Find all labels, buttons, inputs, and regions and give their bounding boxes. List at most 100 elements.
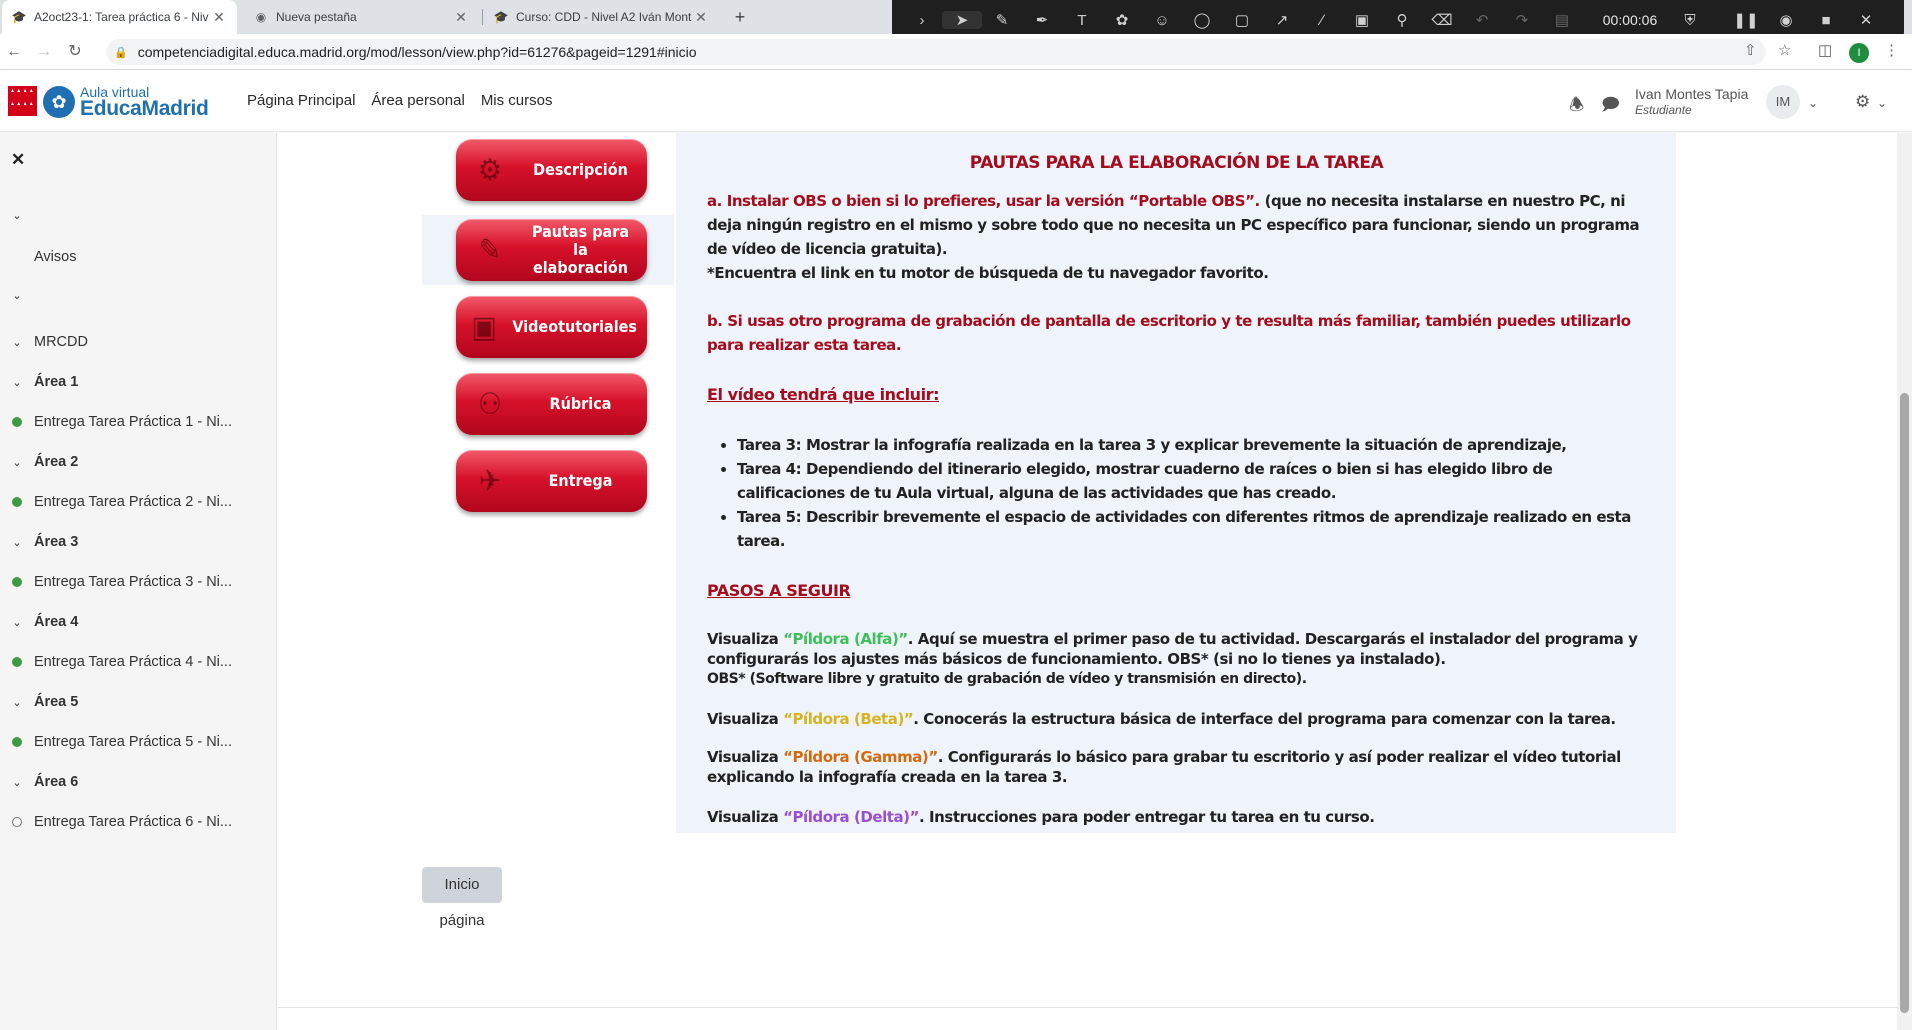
redo-icon[interactable]: ↷ bbox=[1502, 11, 1542, 29]
page-scrollbar[interactable] bbox=[1897, 133, 1912, 1030]
pill-link-beta[interactable]: “Píldora (Beta)” bbox=[783, 710, 914, 728]
sidebar-item-label: MRCDD bbox=[34, 334, 88, 350]
pause-icon[interactable]: ❚❚ bbox=[1726, 11, 1766, 29]
close-tab-icon[interactable]: ✕ bbox=[453, 9, 469, 26]
back-arrow-icon[interactable]: ← bbox=[3, 41, 25, 63]
menu-button-pautas[interactable]: ✎ Pautas para la elaboración bbox=[456, 219, 647, 281]
chevron-down-icon[interactable]: ⌄ bbox=[0, 209, 34, 222]
avatar[interactable]: IM bbox=[1766, 85, 1800, 119]
close-tab-icon[interactable]: ✕ bbox=[211, 9, 227, 26]
pill-link-delta[interactable]: “Píldora (Delta)” bbox=[783, 808, 919, 826]
sidebar-activity[interactable]: Entrega Tarea Práctica 6 - Ni... bbox=[0, 805, 277, 839]
pen-tool-icon[interactable]: ✎ bbox=[982, 11, 1022, 29]
accessibility-gear-icon[interactable]: ⚙ bbox=[1855, 92, 1870, 112]
chevron-down-icon[interactable]: ⌄ bbox=[0, 776, 34, 789]
reload-icon[interactable]: ↻ bbox=[64, 41, 86, 63]
stamp-tool-icon[interactable]: ✿ bbox=[1102, 11, 1142, 29]
pointer-tool-icon[interactable]: ➤ bbox=[942, 11, 982, 29]
clear-icon[interactable]: ▤ bbox=[1542, 11, 1582, 29]
sidebar-activity[interactable]: Entrega Tarea Práctica 4 - Ni... bbox=[0, 645, 277, 679]
sidebar-activity[interactable]: Entrega Tarea Práctica 2 - Ni... bbox=[0, 485, 277, 519]
menu-button-rubrica[interactable]: ⚇ Rúbrica bbox=[456, 373, 647, 435]
emoji-tool-icon[interactable]: ☺ bbox=[1142, 12, 1182, 29]
chevron-down-icon[interactable]: ⌄ bbox=[0, 616, 34, 629]
inicio-pagina-button[interactable]: Inicio página bbox=[422, 867, 502, 929]
bookmark-star-icon[interactable]: ☆ bbox=[1778, 41, 1791, 59]
browser-profile-avatar[interactable]: I bbox=[1849, 43, 1869, 63]
nav-mis-cursos[interactable]: Mis cursos bbox=[481, 92, 553, 109]
menu-button-videotutoriales[interactable]: ▣ Videotutoriales bbox=[456, 296, 647, 358]
close-recorder-icon[interactable]: ✕ bbox=[1846, 11, 1886, 29]
highlighter-tool-icon[interactable]: ✒ bbox=[1022, 11, 1062, 29]
collapse-arrow-icon[interactable]: › bbox=[902, 12, 942, 29]
circle-tool-icon[interactable]: ◯ bbox=[1182, 11, 1222, 29]
messages-bubble-icon[interactable]: 🗩 bbox=[1601, 92, 1620, 121]
undo-icon[interactable]: ↶ bbox=[1462, 11, 1502, 29]
share-icon[interactable]: ⇧ bbox=[1744, 41, 1757, 59]
sidebar-section[interactable]: ⌄ Área 5 bbox=[0, 685, 277, 719]
menu-button-descripcion[interactable]: ⚙ Descripción bbox=[456, 139, 647, 201]
stop-icon[interactable]: ■ bbox=[1806, 12, 1846, 29]
logo-title[interactable]: EducaMadrid bbox=[80, 97, 209, 121]
sidebar-activity[interactable]: Entrega Tarea Práctica 1 - Ni... bbox=[0, 405, 277, 439]
tab-title: Curso: CDD - Nivel A2 Iván Mont bbox=[516, 10, 692, 24]
lesson-content-panel: PAUTAS PARA LA ELABORACIÓN DE LA TAREA a… bbox=[676, 133, 1676, 833]
notifications-bell-icon[interactable]: 🕭 bbox=[1569, 92, 1584, 121]
sidebar-activity[interactable]: Entrega Tarea Práctica 3 - Ni... bbox=[0, 565, 277, 599]
user-name[interactable]: Ivan Montes Tapia bbox=[1635, 86, 1748, 102]
site-header: ✿ Aula virtual EducaMadrid Página Princi… bbox=[0, 70, 1912, 132]
chevron-down-icon[interactable]: ⌄ bbox=[1808, 96, 1818, 110]
pill-link-gamma[interactable]: “Píldora (Gamma)” bbox=[783, 748, 938, 766]
sidebar-item-label: Área 5 bbox=[34, 694, 79, 710]
sidebar-activity[interactable]: Entrega Tarea Práctica 5 - Ni... bbox=[0, 725, 277, 759]
nav-pagina-principal[interactable]: Página Principal bbox=[247, 92, 355, 109]
educamadrid-logo-icon[interactable]: ✿ bbox=[43, 86, 75, 118]
forward-arrow-icon[interactable]: → bbox=[33, 41, 55, 63]
pill-link-alfa[interactable]: “Píldora (Alfa)” bbox=[783, 630, 908, 648]
nav-area-personal[interactable]: Área personal bbox=[371, 92, 464, 109]
sidebar-item-avisos[interactable]: Avisos bbox=[0, 240, 277, 274]
new-tab-button[interactable]: + bbox=[728, 5, 752, 29]
sidebar-section[interactable]: ⌄ Área 3 bbox=[0, 525, 277, 559]
close-drawer-icon[interactable]: ✕ bbox=[11, 150, 25, 170]
step-delta: Visualiza “Píldora (Delta)”. Instruccion… bbox=[707, 808, 1375, 826]
eraser-tool-icon[interactable]: ⌫ bbox=[1422, 11, 1462, 29]
restart-icon[interactable]: ◉ bbox=[1766, 11, 1806, 29]
chevron-down-icon[interactable]: ⌄ bbox=[0, 696, 34, 709]
arrow-tool-icon[interactable]: ↗ bbox=[1262, 11, 1302, 29]
sidebar-section[interactable]: ⌄ MRCDD bbox=[0, 325, 277, 359]
sidebar-section-general[interactable]: ⌄ bbox=[0, 198, 277, 232]
browser-tab-curso[interactable]: 🎓 Curso: CDD - Nivel A2 Iván Mont ✕ bbox=[484, 0, 719, 34]
globe-icon: ◉ bbox=[255, 10, 267, 24]
menu-button-label: Rúbrica bbox=[549, 394, 612, 413]
chevron-down-icon[interactable]: ⌄ bbox=[1877, 96, 1887, 110]
line-tool-icon[interactable]: ∕ bbox=[1302, 12, 1342, 29]
rectangle-tool-icon[interactable]: ▢ bbox=[1222, 11, 1262, 29]
chevron-down-icon[interactable]: ⌄ bbox=[0, 456, 34, 469]
tab-separator bbox=[482, 9, 483, 25]
sidebar-section[interactable]: ⌄ Área 1 bbox=[0, 365, 277, 399]
url-input[interactable]: 🔒 competenciadigital.educa.madrid.org/mo… bbox=[106, 39, 1766, 65]
chevron-down-icon[interactable]: ⌄ bbox=[0, 536, 34, 549]
scrollbar-thumb[interactable] bbox=[1900, 393, 1909, 1013]
sidebar-section[interactable]: ⌄ Área 6 bbox=[0, 765, 277, 799]
completion-pending-icon bbox=[0, 817, 34, 827]
zoom-tool-icon[interactable]: ⚲ bbox=[1382, 11, 1422, 29]
text-tool-icon[interactable]: T bbox=[1062, 12, 1102, 29]
menu-button-label: Pautas para la elaboración bbox=[531, 222, 630, 277]
side-panel-icon[interactable]: ◫ bbox=[1818, 41, 1832, 59]
sidebar-section[interactable]: ⌄ Área 2 bbox=[0, 445, 277, 479]
chevron-down-icon[interactable]: ⌄ bbox=[0, 336, 34, 349]
video-heading: El vídeo tendrá que incluir: bbox=[707, 385, 940, 404]
chevron-down-icon[interactable]: ⌄ bbox=[0, 289, 34, 302]
close-tab-icon[interactable]: ✕ bbox=[693, 9, 709, 26]
menu-button-entrega[interactable]: ✈ Entrega bbox=[456, 450, 647, 512]
browser-tab-tarea6[interactable]: 🎓 A2oct23-1: Tarea práctica 6 - Niv ✕ bbox=[2, 0, 237, 34]
sidebar-section[interactable]: ⌄ Área 4 bbox=[0, 605, 277, 639]
sidebar-item-label: Área 1 bbox=[34, 374, 79, 390]
browser-tab-new[interactable]: ◉ Nueva pestaña ✕ bbox=[244, 0, 479, 34]
chevron-down-icon[interactable]: ⌄ bbox=[0, 376, 34, 389]
sidebar-section-empty[interactable]: ⌄ bbox=[0, 278, 277, 312]
kebab-menu-icon[interactable]: ⋮ bbox=[1884, 41, 1899, 59]
spotlight-tool-icon[interactable]: ▣ bbox=[1342, 11, 1382, 29]
